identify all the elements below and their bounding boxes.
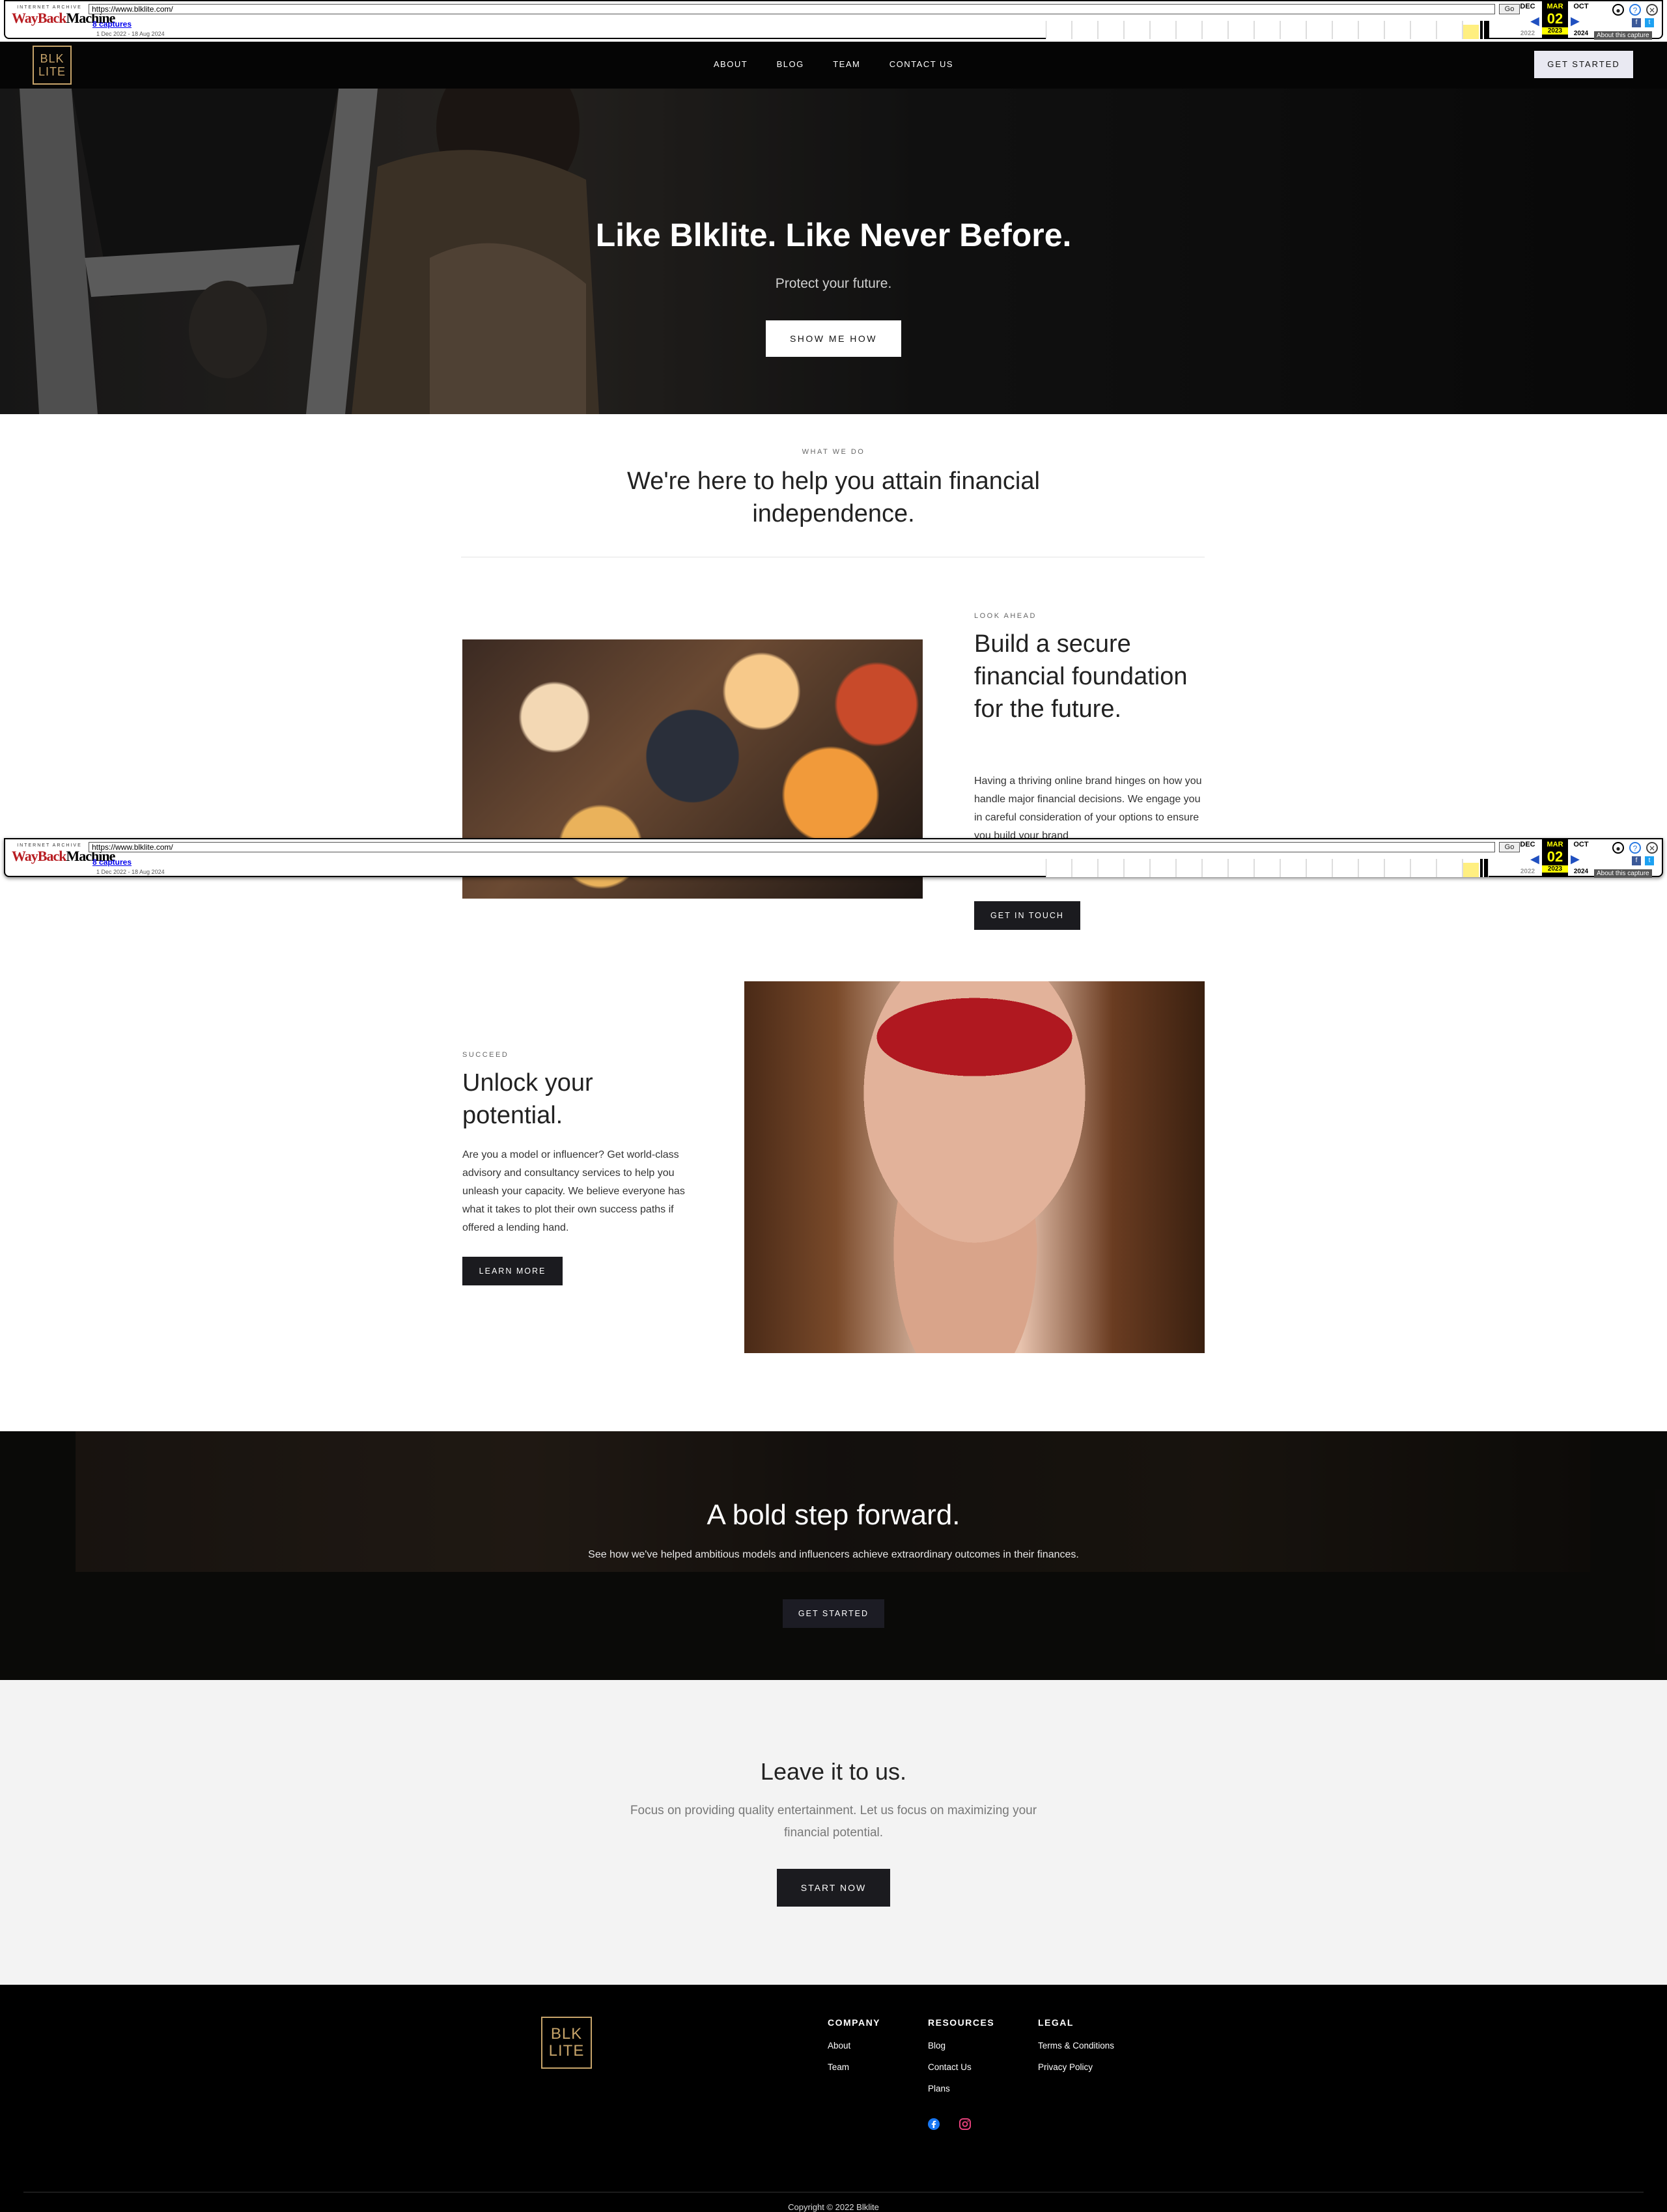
wayback-logo[interactable]: INTERNET ARCHIVE WayBackMachine <box>12 843 115 873</box>
footer-logo[interactable]: BLK LITE <box>541 2017 592 2069</box>
wayback-toolbar-duplicate: INTERNET ARCHIVE WayBackMachine https://… <box>4 838 1663 878</box>
intro-title: We're here to help you attain financial … <box>627 468 1040 527</box>
footer-link-about[interactable]: About <box>828 2041 880 2051</box>
facebook-icon[interactable] <box>927 2118 940 2131</box>
feature1-body: Having a thriving online brand hinges on… <box>974 776 1202 839</box>
copyright: Copyright © 2022 Blklite <box>788 2202 879 2212</box>
help-icon[interactable]: ? <box>1629 4 1641 16</box>
next-year[interactable]: 2024 <box>1568 30 1594 37</box>
capture-date-range: 1 Dec 2022 - 18 Aug 2024 <box>96 869 165 875</box>
capture-sparkline[interactable] <box>1046 21 1489 39</box>
feature2-eyebrow: SUCCEED <box>462 1051 509 1059</box>
instagram-icon[interactable] <box>959 2118 972 2131</box>
prev-year[interactable]: 2022 <box>1515 868 1541 875</box>
help-icon[interactable]: ? <box>1629 842 1641 854</box>
model-portrait-image <box>744 981 1205 1353</box>
footer-link-privacy[interactable]: Privacy Policy <box>1038 2062 1114 2072</box>
footer-link-team[interactable]: Team <box>828 2062 880 2072</box>
hero-title: Like Blklite. Like Never Before. <box>595 217 1072 253</box>
facebook-share-icon[interactable]: f <box>1632 18 1641 27</box>
leave-title: Leave it to us. <box>760 1758 907 1785</box>
footer-link-terms[interactable]: Terms & Conditions <box>1038 2041 1114 2051</box>
nav-blog[interactable]: BLOG <box>777 59 804 69</box>
twitter-share-icon[interactable]: t <box>1645 856 1654 865</box>
next-capture-arrow[interactable]: ▶ <box>1571 852 1580 866</box>
captures-link[interactable]: 8 captures <box>92 20 132 29</box>
footer-legal-column: LEGAL Terms & Conditions Privacy Policy <box>1038 2017 1114 2084</box>
next-capture-arrow[interactable]: ▶ <box>1571 14 1580 28</box>
header-get-started-button[interactable]: GET STARTED <box>1534 51 1633 78</box>
get-in-touch-button[interactable]: GET IN TOUCH <box>974 901 1080 930</box>
start-now-button[interactable]: START NOW <box>777 1869 890 1907</box>
learn-more-button[interactable]: LEARN MORE <box>462 1257 563 1285</box>
user-icon[interactable]: ● <box>1612 4 1624 16</box>
prev-year[interactable]: 2022 <box>1515 30 1541 37</box>
twitter-share-icon[interactable]: t <box>1645 18 1654 27</box>
footer-company-heading: COMPANY <box>828 2017 881 2028</box>
bold-get-started-button[interactable]: GET STARTED <box>783 1599 884 1628</box>
capture-sparkline[interactable] <box>1046 859 1489 877</box>
wayback-url-input[interactable]: https://www.blklite.com/ <box>89 4 1495 14</box>
captures-link[interactable]: 8 captures <box>92 858 132 867</box>
footer-link-plans[interactable]: Plans <box>928 2084 994 2093</box>
site-header: BLK LITE ABOUT BLOG TEAM CONTACT US GET … <box>0 42 1667 89</box>
footer-link-blog[interactable]: Blog <box>928 2041 994 2051</box>
site-footer: BLK LITE COMPANY About Team RESOURCES Bl… <box>0 1985 1667 2212</box>
feature2-title: Unlock your potential. <box>462 1069 593 1129</box>
wayback-toolbar: INTERNET ARCHIVE WayBackMachine https://… <box>4 0 1663 40</box>
intro-eyebrow: WHAT WE DO <box>802 448 865 456</box>
current-capture-date: MAR 02 2023 <box>1542 1 1568 39</box>
about-capture-button[interactable]: About this capture <box>1594 31 1652 40</box>
user-icon[interactable]: ● <box>1612 842 1624 854</box>
nav-team[interactable]: TEAM <box>833 59 860 69</box>
prev-capture-arrow[interactable]: ◀ <box>1530 852 1539 866</box>
prev-capture-arrow[interactable]: ◀ <box>1530 14 1539 28</box>
bold-step-body: See how we've helped ambitious models an… <box>588 1549 1079 1560</box>
footer-resources-heading: RESOURCES <box>928 2017 995 2028</box>
close-icon[interactable]: ✕ <box>1646 842 1658 854</box>
footer-link-contact-us[interactable]: Contact Us <box>928 2062 994 2072</box>
close-icon[interactable]: ✕ <box>1646 4 1658 16</box>
feature1-title: Build a secure financial foundation for … <box>974 630 1188 723</box>
hero-subtitle: Protect your future. <box>775 276 892 291</box>
next-month[interactable]: OCT <box>1568 841 1594 848</box>
prev-month[interactable]: DEC <box>1515 3 1541 10</box>
nav-about[interactable]: ABOUT <box>714 59 748 69</box>
about-capture-button[interactable]: About this capture <box>1594 869 1652 878</box>
main-nav: ABOUT BLOG TEAM CONTACT US <box>0 59 1667 70</box>
bold-step-section: A bold step forward. See how we've helpe… <box>0 1431 1667 1680</box>
nav-contact-us[interactable]: CONTACT US <box>890 59 953 69</box>
footer-legal-heading: LEGAL <box>1038 2017 1074 2028</box>
leave-body: Focus on providing quality entertainment… <box>630 1804 1037 1840</box>
feature1-eyebrow: LOOK AHEAD <box>974 612 1037 620</box>
current-capture-date: MAR 02 2023 <box>1542 839 1568 877</box>
show-me-how-button[interactable]: SHOW ME HOW <box>766 320 901 357</box>
leave-it-section: Leave it to us. Focus on providing quali… <box>0 1680 1667 1985</box>
facebook-share-icon[interactable]: f <box>1632 856 1641 865</box>
capture-date-range: 1 Dec 2022 - 18 Aug 2024 <box>96 31 165 37</box>
footer-company-column: COMPANY About Team <box>828 2017 880 2084</box>
hero-section: Like Blklite. Like Never Before. Protect… <box>0 89 1667 414</box>
footer-resources-column: RESOURCES Blog Contact Us Plans <box>928 2017 994 2105</box>
wayback-url-input[interactable]: https://www.blklite.com/ <box>89 842 1495 852</box>
prev-month[interactable]: DEC <box>1515 841 1541 848</box>
feature2-body: Are you a model or influencer? Get world… <box>462 1149 685 1233</box>
wayback-logo[interactable]: INTERNET ARCHIVE WayBackMachine <box>12 5 115 35</box>
next-year[interactable]: 2024 <box>1568 868 1594 875</box>
bold-step-title: A bold step forward. <box>707 1499 960 1531</box>
next-month[interactable]: OCT <box>1568 3 1594 10</box>
